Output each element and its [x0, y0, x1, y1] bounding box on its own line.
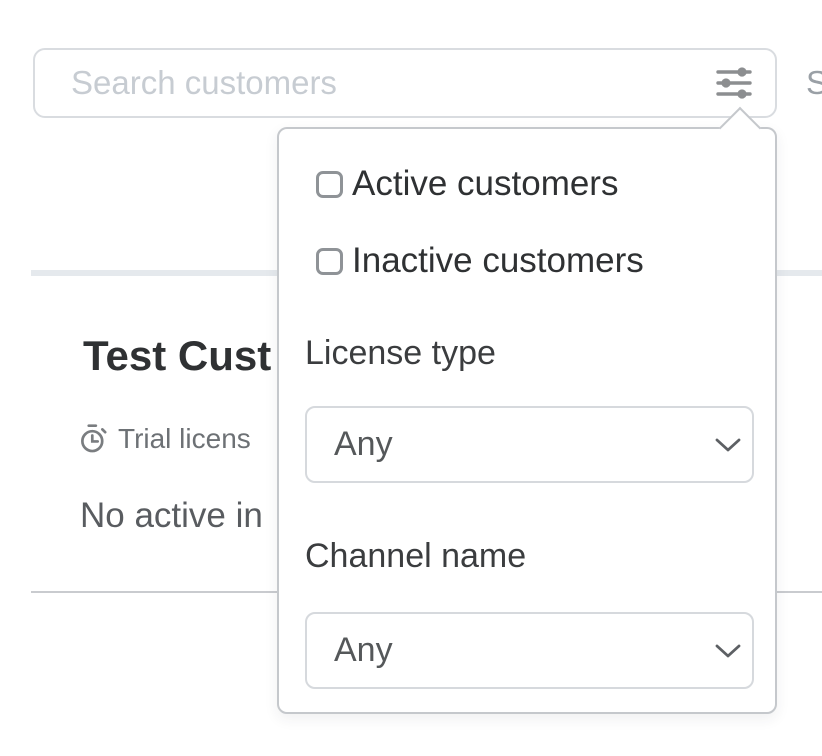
inactive-customers-label: Inactive customers — [352, 241, 644, 281]
license-type-select[interactable]: Any — [305, 406, 754, 483]
customers-screen: Search customers S Test Cust Tr — [0, 0, 822, 756]
filter-popover: Active customers Inactive customers Lice… — [277, 127, 777, 714]
search-placeholder: Search customers — [71, 64, 705, 102]
inactive-customers-checkbox[interactable] — [316, 248, 343, 275]
inactive-customers-row[interactable]: Inactive customers — [316, 241, 644, 281]
channel-name-select[interactable]: Any — [305, 612, 754, 689]
stopwatch-icon — [76, 422, 110, 456]
active-customers-row[interactable]: Active customers — [316, 164, 618, 204]
sort-label-partial: S — [806, 64, 822, 102]
chevron-down-icon — [714, 643, 742, 659]
active-customers-label: Active customers — [352, 164, 618, 204]
license-type-label: License type — [305, 334, 496, 373]
channel-name-label: Channel name — [305, 537, 526, 576]
filter-button[interactable] — [705, 54, 763, 112]
license-badge-text: Trial licens — [118, 423, 251, 455]
channel-name-value: Any — [334, 631, 714, 670]
chevron-down-icon — [714, 437, 742, 453]
active-customers-checkbox[interactable] — [316, 171, 343, 198]
no-active-status-text: No active in — [80, 496, 263, 536]
license-type-value: Any — [334, 425, 714, 464]
search-input[interactable]: Search customers — [33, 48, 777, 118]
sliders-icon — [715, 64, 753, 102]
license-badge: Trial licens — [76, 422, 251, 456]
customer-name-heading: Test Cust — [83, 333, 271, 379]
